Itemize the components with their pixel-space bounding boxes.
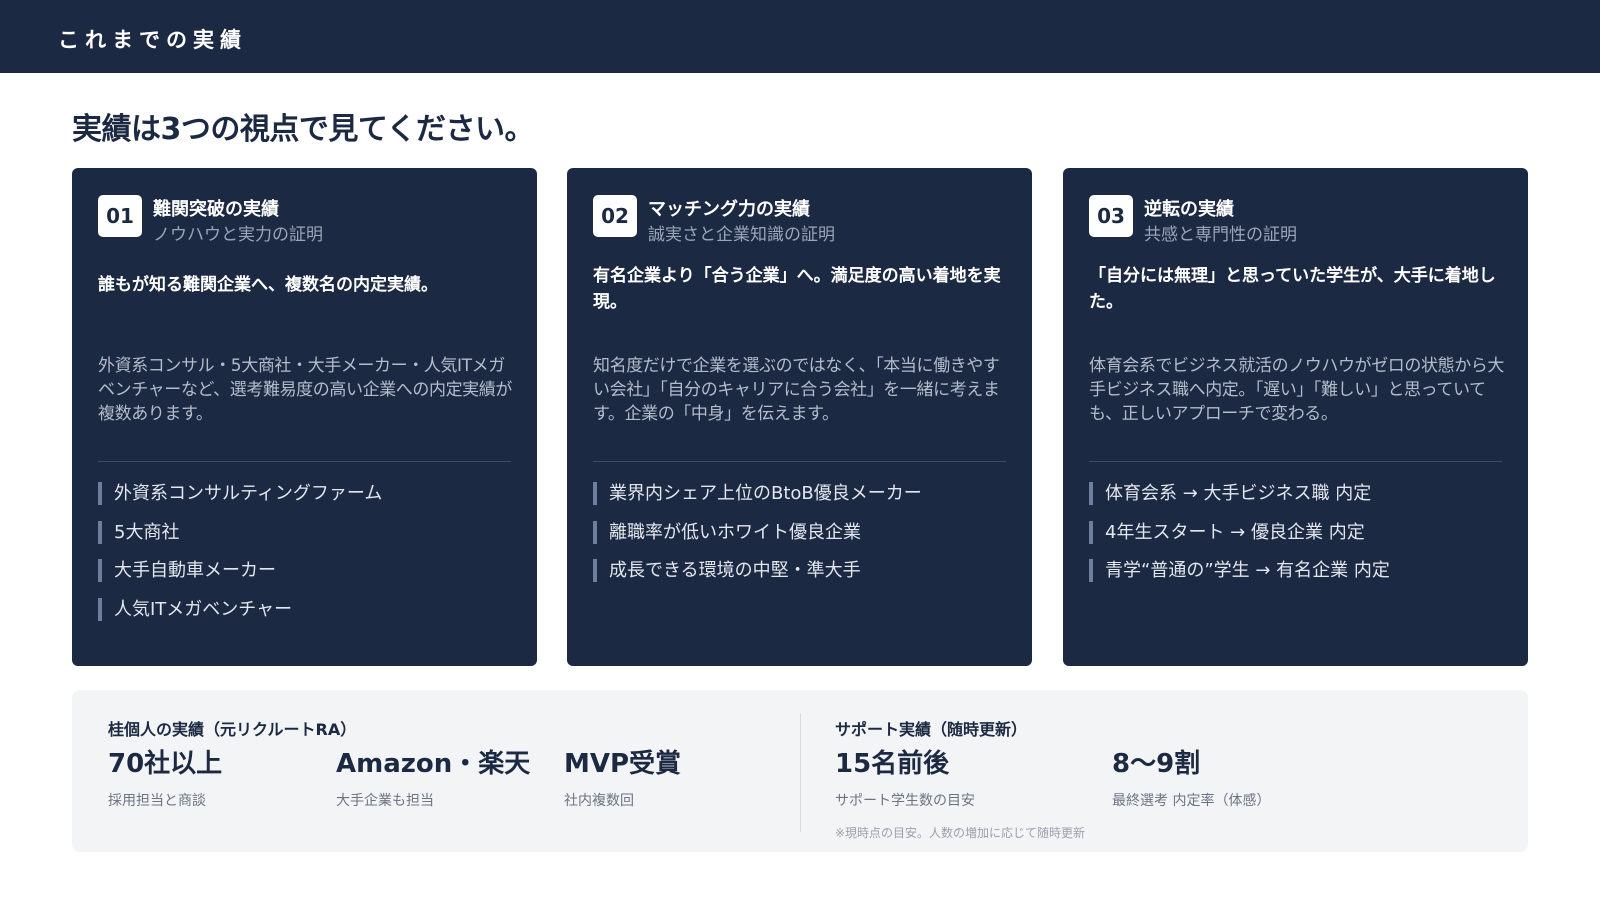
- card-number-badge: 02: [593, 195, 637, 237]
- list-item: 業界内シェア上位のBtoB優良メーカー: [593, 482, 922, 505]
- list-marker-bar: [98, 482, 102, 505]
- stat-value: 8〜9割: [1112, 749, 1201, 779]
- list-item: 人気ITメガベンチャー: [98, 597, 382, 621]
- list-item-text: 業界内シェア上位のBtoB優良メーカー: [609, 483, 922, 504]
- list-item-text: 人気ITメガベンチャー: [114, 598, 293, 620]
- stat-item: 15名前後 サポート学生数の目安: [835, 747, 975, 810]
- stat-label: サポート学生数の目安: [835, 793, 975, 809]
- card-subtitle: 共感と専門性の証明: [1144, 225, 1297, 245]
- top-header-bar: これまでの実績: [0, 0, 1600, 73]
- list-marker-bar: [98, 597, 102, 621]
- card-divider: [98, 461, 511, 462]
- stat-value: Amazon・楽天: [336, 749, 531, 779]
- stats-divider: [800, 714, 801, 832]
- stat-label: 採用担当と商談: [108, 793, 206, 809]
- list-item: 離職率が低いホワイト優良企業: [593, 520, 922, 544]
- personal-stats-heading: 桂個人の実績（元リクルートRA）: [108, 720, 357, 739]
- stat-item: Amazon・楽天 大手企業も担当: [336, 747, 530, 810]
- card-body-text: 知名度だけで企業を選ぶのではなく、「本当に働きやすい会社」「自分のキャリアに合う…: [593, 356, 1000, 424]
- stat-value: MVP受賞: [564, 749, 682, 779]
- list-marker-bar: [593, 559, 597, 582]
- stat-item: MVP受賞 社内複数回: [564, 747, 681, 810]
- stat-label: 最終選考 内定率（体感）: [1112, 793, 1271, 809]
- achievement-card-3: 03 逆転の実績 共感と専門性の証明 「自分には無理」と思っていた学生が、大手に…: [1063, 168, 1528, 666]
- list-item-text: 4年生スタート → 優良企業 内定: [1105, 521, 1365, 543]
- header-title: これまでの実績: [58, 28, 247, 52]
- list-marker-bar: [98, 559, 102, 582]
- card-title: 逆転の実績: [1144, 199, 1234, 220]
- stat-value: 70社以上: [108, 749, 223, 779]
- list-marker-bar: [1089, 482, 1093, 505]
- card-subtitle: ノウハウと実力の証明: [153, 225, 323, 245]
- card-number-badge: 01: [98, 195, 142, 237]
- list-marker-bar: [593, 482, 597, 505]
- list-item-text: 大手自動車メーカー: [114, 560, 276, 581]
- list-item: 青学“普通の”学生 → 有名企業 内定: [1089, 559, 1390, 582]
- stat-item: 8〜9割 最終選考 内定率（体感）: [1112, 747, 1270, 810]
- list-marker-bar: [1089, 559, 1093, 582]
- support-stats-heading: サポート実績（随時更新）: [835, 720, 1028, 739]
- list-item-text: 離職率が低いホワイト優良企業: [609, 521, 861, 543]
- list-item: 大手自動車メーカー: [98, 559, 382, 582]
- list-item: 外資系コンサルティングファーム: [98, 482, 382, 505]
- card-lead: 誰もが知る難関企業へ、複数名の内定実績。: [98, 275, 438, 295]
- card-body-text: 体育会系でビジネス就活のノウハウがゼロの状態から大手ビジネス職へ内定。「遅い」「…: [1089, 356, 1504, 424]
- list-item-text: 体育会系 → 大手ビジネス職 内定: [1105, 483, 1372, 504]
- card-lead: 有名企業より「合う企業」へ。満足度の高い着地を実現。: [593, 266, 1001, 312]
- page-headline: 実績は3つの視点で見てください。: [72, 112, 534, 147]
- list-item: 体育会系 → 大手ビジネス職 内定: [1089, 482, 1390, 505]
- card-divider: [1089, 461, 1502, 462]
- card-subtitle: 誠実さと企業知識の証明: [648, 225, 835, 245]
- achievement-card-1: 01 難関突破の実績 ノウハウと実力の証明 誰もが知る難関企業へ、複数名の内定実…: [72, 168, 537, 666]
- card-title: 難関突破の実績: [153, 199, 279, 220]
- stat-value: 15名前後: [835, 749, 950, 779]
- list-item-text: 外資系コンサルティングファーム: [114, 483, 383, 504]
- stats-footnote: ※現時点の目安。人数の増加に応じて随時更新: [835, 826, 1086, 840]
- stats-panel: 桂個人の実績（元リクルートRA） 70社以上 採用担当と商談 Amazon・楽天…: [72, 690, 1528, 852]
- list-item: 4年生スタート → 優良企業 内定: [1089, 520, 1390, 544]
- list-marker-bar: [98, 520, 102, 544]
- list-marker-bar: [593, 520, 597, 544]
- card-list: 体育会系 → 大手ビジネス職 内定 4年生スタート → 優良企業 内定 青学“普…: [1089, 482, 1390, 598]
- card-body-text: 外資系コンサル・5大商社・大手メーカー・人気ITメガベンチャーなど、選考難易度の…: [98, 356, 512, 424]
- stat-label: 大手企業も担当: [336, 793, 434, 809]
- stat-item: 70社以上 採用担当と商談: [108, 747, 222, 810]
- list-item: 5大商社: [98, 520, 382, 544]
- card-title: マッチング力の実績: [648, 199, 810, 220]
- list-item-text: 青学“普通の”学生 → 有名企業 内定: [1105, 560, 1390, 581]
- list-item-text: 成長できる環境の中堅・準大手: [609, 560, 861, 581]
- card-lead: 「自分には無理」と思っていた学生が、大手に着地した。: [1089, 266, 1496, 312]
- list-item: 成長できる環境の中堅・準大手: [593, 559, 922, 582]
- list-item-text: 5大商社: [114, 521, 180, 543]
- card-list: 外資系コンサルティングファーム 5大商社 大手自動車メーカー 人気ITメガベンチ…: [98, 482, 382, 636]
- achievement-card-2: 02 マッチング力の実績 誠実さと企業知識の証明 有名企業より「合う企業」へ。満…: [567, 168, 1032, 666]
- stat-label: 社内複数回: [564, 793, 634, 809]
- card-number-badge: 03: [1089, 195, 1133, 237]
- list-marker-bar: [1089, 520, 1093, 544]
- card-divider: [593, 461, 1006, 462]
- card-list: 業界内シェア上位のBtoB優良メーカー 離職率が低いホワイト優良企業 成長できる…: [593, 482, 922, 598]
